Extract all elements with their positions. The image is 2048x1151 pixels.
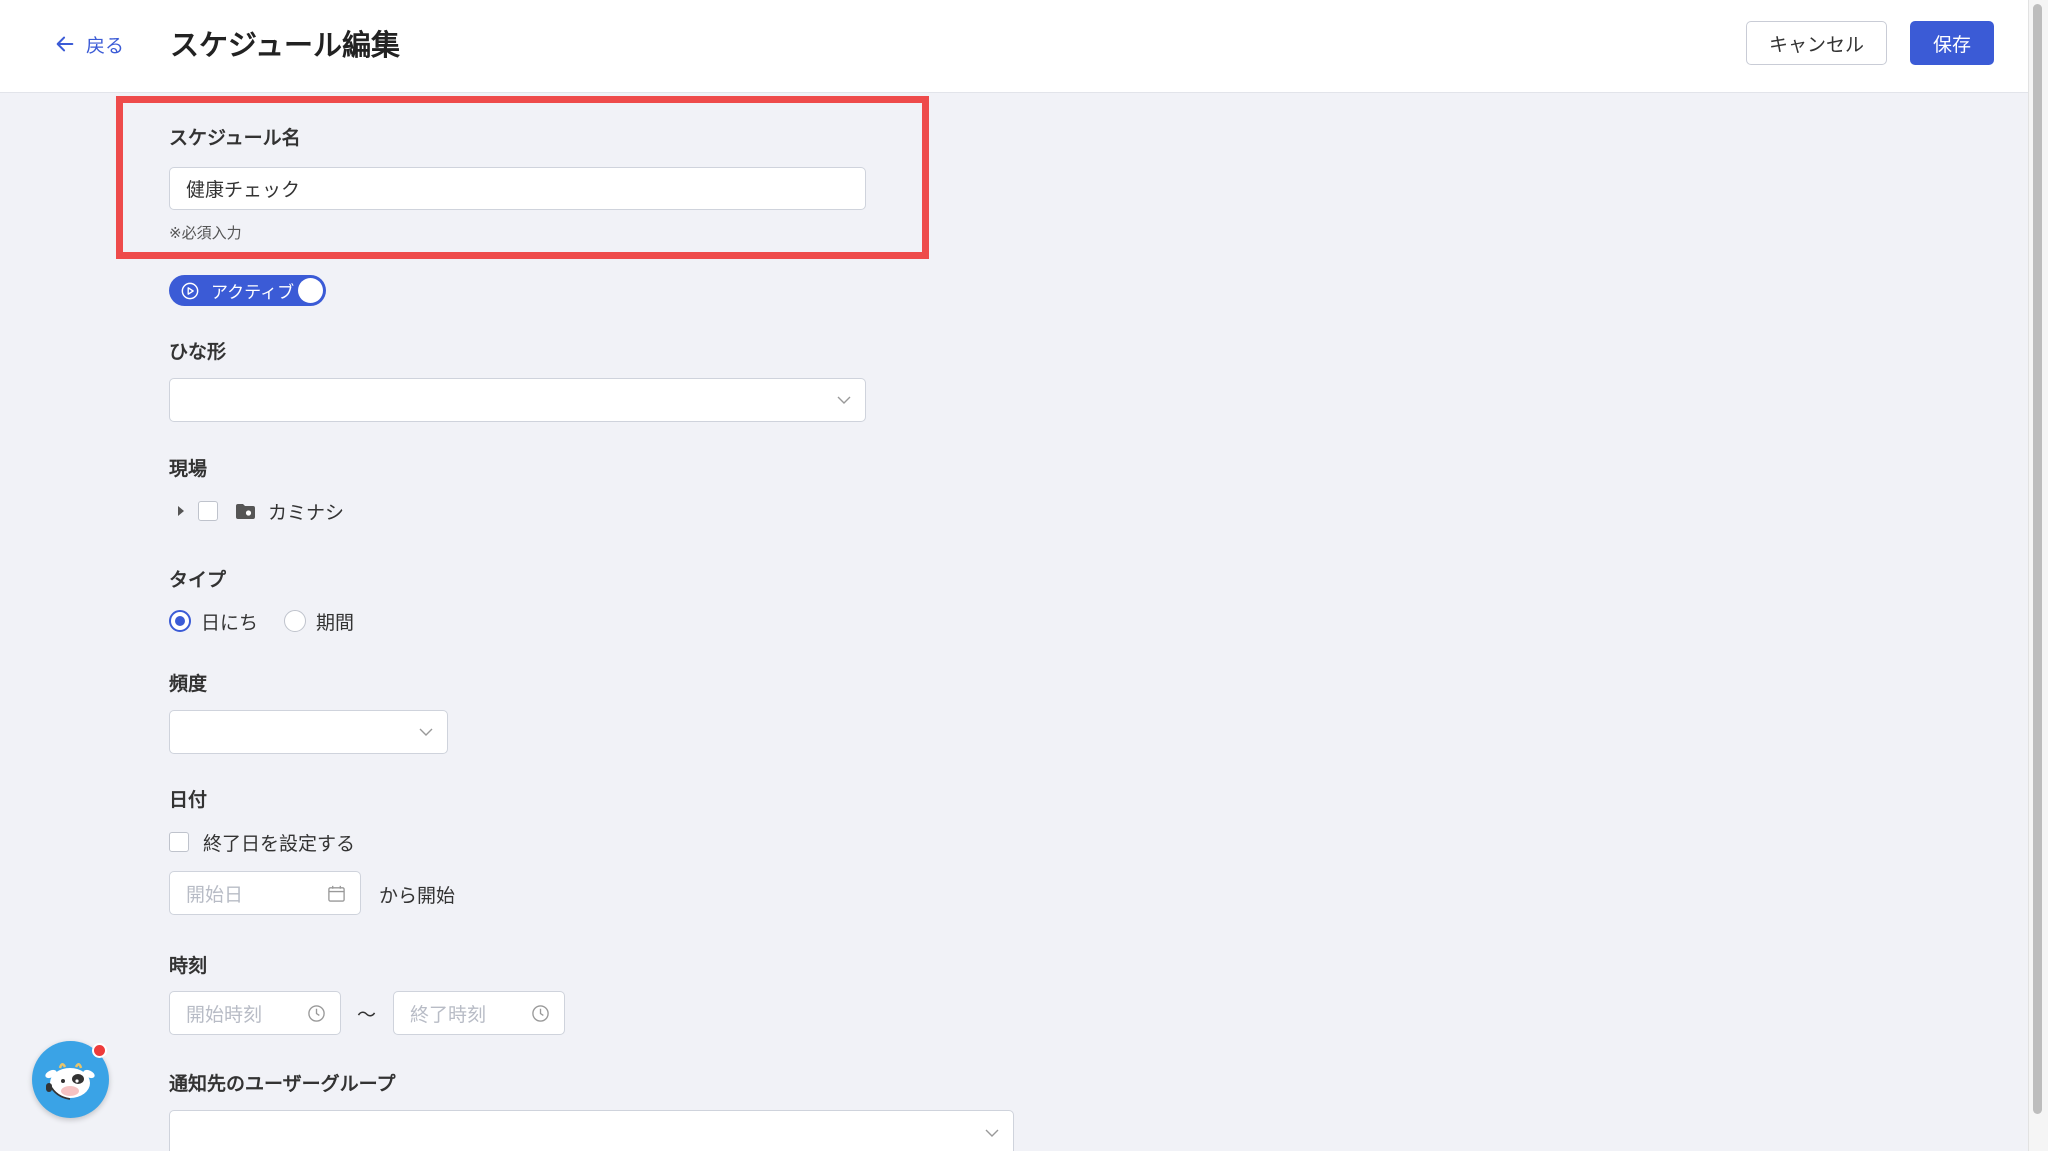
end-time-input[interactable]: 終了時刻 xyxy=(393,991,565,1035)
play-circle-icon xyxy=(181,282,199,299)
schedule-name-label: スケジュール名 xyxy=(169,127,301,149)
back-link[interactable]: 戻る xyxy=(54,30,124,58)
chevron-down-icon xyxy=(985,1129,999,1137)
chevron-down-icon xyxy=(837,396,851,404)
scrollbar-thumb[interactable] xyxy=(2033,4,2042,1114)
notification-dot xyxy=(92,1043,107,1058)
arrow-left-icon xyxy=(56,36,74,52)
type-radio-day[interactable]: 日にち xyxy=(169,606,258,636)
cancel-button[interactable]: キャンセル xyxy=(1746,21,1887,65)
start-date-suffix: から開始 xyxy=(379,885,456,907)
calendar-icon xyxy=(328,885,345,902)
notify-group-select[interactable] xyxy=(169,1110,1014,1151)
clock-icon xyxy=(308,1005,325,1022)
time-separator: 〜 xyxy=(357,1004,377,1026)
back-label: 戻る xyxy=(86,34,125,57)
save-button[interactable]: 保存 xyxy=(1910,21,1994,65)
chevron-down-icon xyxy=(419,728,433,736)
folder-icon xyxy=(236,503,255,519)
start-time-placeholder: 開始時刻 xyxy=(186,1003,263,1026)
schedule-name-input[interactable]: 健康チェック xyxy=(169,167,866,210)
site-tree-label: カミナシ xyxy=(268,501,345,524)
site-label: 現場 xyxy=(169,458,208,480)
type-radio-period[interactable]: 期間 xyxy=(284,606,354,636)
time-label: 時刻 xyxy=(169,955,208,977)
end-date-option[interactable]: 終了日を設定する xyxy=(169,827,355,857)
type-option-day: 日にち xyxy=(201,611,259,634)
header-bar: 戻る スケジュール編集 キャンセル 保存 xyxy=(0,0,2028,93)
end-time-placeholder: 終了時刻 xyxy=(410,1003,487,1026)
start-date-placeholder: 開始日 xyxy=(186,883,244,906)
frequency-label: 頻度 xyxy=(169,673,208,695)
active-toggle-label: アクティブ xyxy=(211,283,295,303)
required-note: ※必須入力 xyxy=(169,224,242,242)
notify-group-label: 通知先のユーザーグループ xyxy=(169,1073,396,1095)
site-checkbox[interactable] xyxy=(198,501,218,521)
type-option-period: 期間 xyxy=(316,611,355,634)
radio-selected[interactable] xyxy=(169,610,191,632)
page-title: スケジュール編集 xyxy=(170,28,400,62)
clock-icon xyxy=(532,1005,549,1022)
frequency-select[interactable] xyxy=(169,710,448,754)
template-label: ひな形 xyxy=(169,341,227,363)
date-label: 日付 xyxy=(169,789,208,811)
toggle-knob xyxy=(298,278,323,303)
type-label: タイプ xyxy=(169,569,227,591)
radio-unselected[interactable] xyxy=(284,610,306,632)
end-date-checkbox[interactable] xyxy=(169,832,189,852)
active-toggle[interactable]: アクティブ xyxy=(169,275,326,306)
start-date-input[interactable]: 開始日 xyxy=(169,871,361,915)
start-time-input[interactable]: 開始時刻 xyxy=(169,991,341,1035)
end-date-checkbox-label: 終了日を設定する xyxy=(203,832,356,855)
expand-caret-icon[interactable] xyxy=(178,506,184,516)
site-tree-item: カミナシ xyxy=(178,496,344,526)
template-select[interactable] xyxy=(169,378,866,422)
